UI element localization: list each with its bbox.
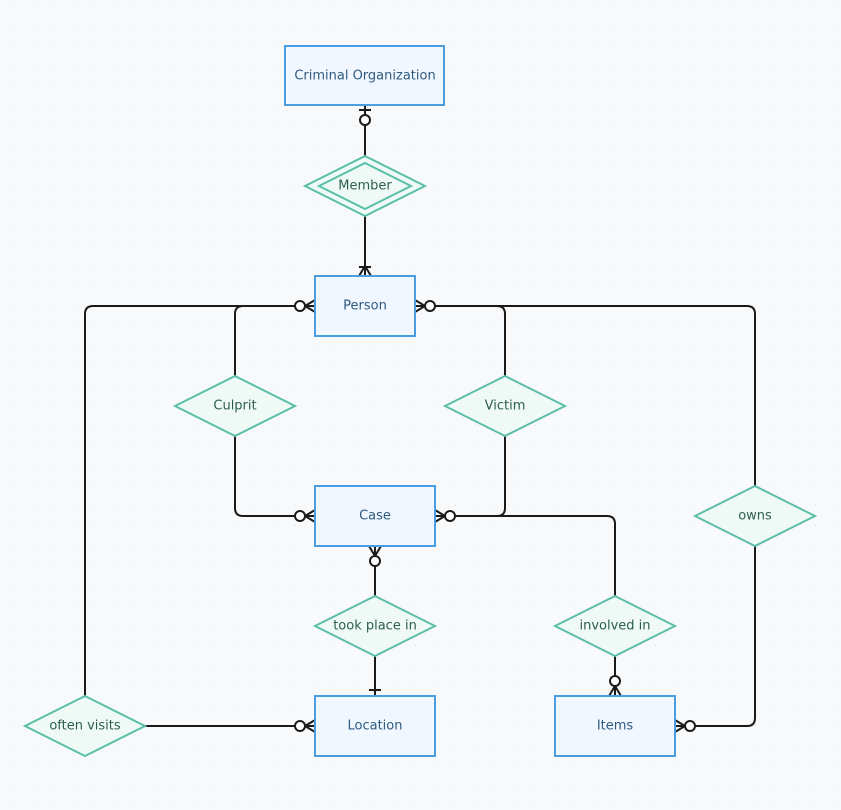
relationship-label: Victim [485,399,526,414]
er-diagram-canvas: Criminal Organization Person Case Locati… [0,0,841,810]
relationship-label: often visits [49,719,121,734]
entity-case[interactable]: Case [314,485,436,547]
entity-label: Criminal Organization [294,69,435,84]
entity-location[interactable]: Location [314,695,436,757]
relationship-label: Member [338,179,392,194]
entity-label: Case [359,509,391,524]
entity-items[interactable]: Items [554,695,676,757]
entity-label: Person [343,299,387,314]
entity-criminal-organization[interactable]: Criminal Organization [284,45,445,106]
entity-label: Location [348,719,403,734]
entity-label: Items [597,719,634,734]
entity-person[interactable]: Person [314,275,416,337]
relationship-label: owns [738,509,772,524]
dot-grid [0,0,841,810]
relationship-label: Culprit [213,399,256,414]
relationship-label: involved in [579,619,650,634]
relationship-label: took place in [333,619,417,634]
